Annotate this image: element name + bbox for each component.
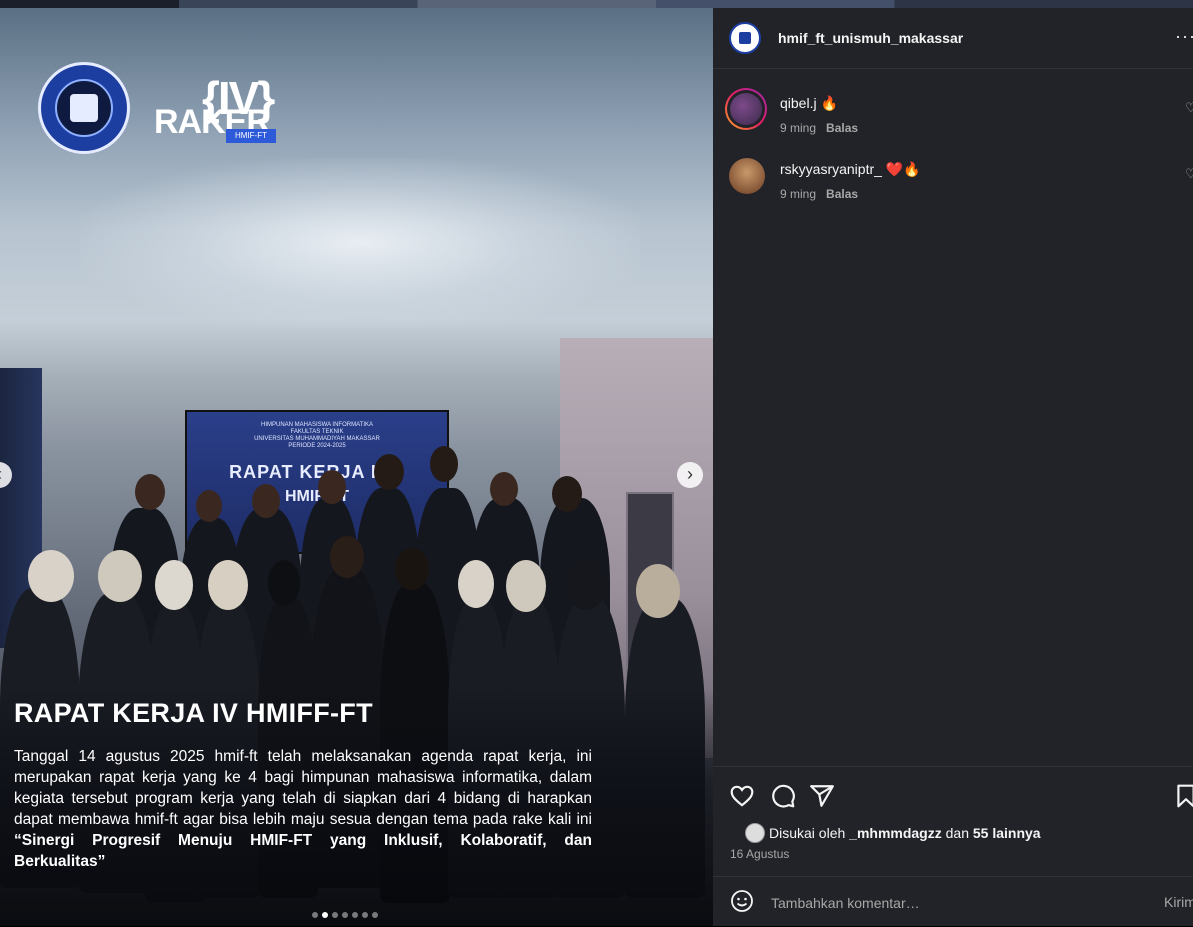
comment-like-icon[interactable]: ♡ [1185,166,1193,182]
banner-text: UNIVERSITAS MUHAMMADIYAH MAKASSAR [254,436,380,442]
post-media: HIMPUNAN MAHASISWA INFORMATIKA FAKULTAS … [0,8,713,926]
likes-middle: dan [941,825,973,841]
like-heart-icon[interactable] [729,783,755,809]
carousel-dot [362,912,368,918]
comment-body: ❤️🔥 [881,161,921,177]
reply-button[interactable]: Balas [826,187,858,201]
carousel-dot [312,912,318,918]
liker-name[interactable]: _mhmmdagzz [849,825,942,841]
add-comment-bar: Kirim [713,876,1193,927]
carousel-indicator [312,912,378,918]
carousel-dot [372,912,378,918]
banner-text: PERIODE 2024-2025 [288,443,346,449]
raker-logo: {IV} RAKER HMIF-FT [154,71,276,145]
carousel-dot [332,912,338,918]
banner-text: FAKULTAS TEKNIK [290,429,344,435]
share-send-icon[interactable] [809,783,835,809]
post-date[interactable]: 16 Agustus [730,847,789,861]
comment-text: qibel.j 🔥 [780,95,838,112]
likes-others-link[interactable]: 55 lainnya [973,825,1041,841]
post-side-panel: hmif_ft_unismuh_makassar ··· qibel.j 🔥 9… [713,8,1193,926]
carousel-dot [352,912,358,918]
comment-bubble-icon[interactable] [770,783,796,809]
caption-title: RAPAT KERJA IV HMIFF-FT [14,698,373,728]
liker-avatar[interactable] [745,823,765,843]
comment-like-icon[interactable]: ♡ [1185,100,1193,116]
browser-tab-strip [0,0,1193,8]
caption-body: Tanggal 14 agustus 2025 hmif-ft telah me… [14,746,592,872]
hmif-logo [38,62,130,154]
post-comment-button[interactable]: Kirim [1164,894,1193,910]
comment-time: 9 ming [780,121,817,135]
save-bookmark-icon[interactable] [1173,783,1193,809]
commenter-avatar[interactable] [725,88,767,130]
ceiling-light [80,158,640,328]
comment-meta: 9 ming Balas [780,121,858,135]
comment-input[interactable] [769,891,1143,915]
comment-text: rskyyasryaniptr_ ❤️🔥 [780,161,921,178]
banner-text: HIMPUNAN MAHASISWA INFORMATIKA [260,422,373,428]
post-header: hmif_ft_unismuh_makassar ··· [713,8,1193,69]
caption-quote: “Sinergi Progresif Menuju HMIF-FT yang I… [14,832,592,870]
raker-logo-tag: HMIF-FT [226,129,276,143]
account-name[interactable]: hmif_ft_unismuh_makassar [778,30,963,46]
comment-time: 9 ming [780,187,817,201]
caption-body-text: Tanggal 14 agustus 2025 hmif-ft telah me… [14,748,592,828]
carousel-dot [342,912,348,918]
carousel-next-button[interactable]: › [677,462,703,488]
emoji-icon[interactable] [730,889,754,913]
account-avatar[interactable] [729,22,761,54]
comment-body: 🔥 [816,95,838,111]
likes-prefix: Disukai oleh [769,825,850,841]
commenter-avatar[interactable] [729,158,765,194]
comment-meta: 9 ming Balas [780,187,858,201]
reply-button[interactable]: Balas [826,121,858,135]
more-options-icon[interactable]: ··· [1175,26,1193,47]
carousel-dot [322,912,328,918]
commenter-name[interactable]: qibel.j [780,95,817,111]
commenter-name[interactable]: rskyyasryaniptr_ [780,161,882,177]
likes-summary: Disukai oleh _mhmmdagzz dan 55 lainnya [769,825,1041,841]
